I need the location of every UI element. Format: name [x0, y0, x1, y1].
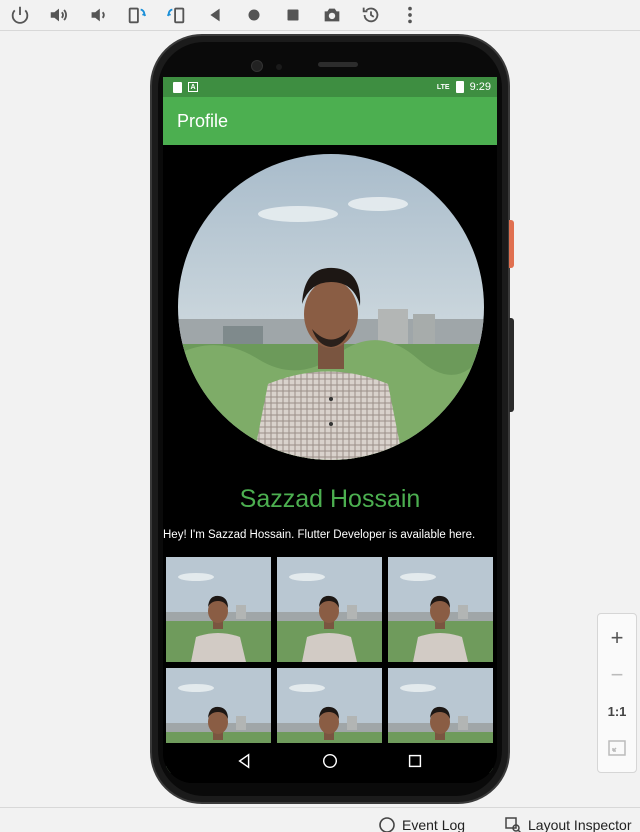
back-icon[interactable] — [195, 2, 234, 28]
app-bar: Profile — [163, 97, 497, 145]
home-icon[interactable] — [234, 2, 273, 28]
event-log-label: Event Log — [402, 817, 466, 832]
more-icon[interactable] — [390, 2, 429, 28]
volume-up-icon[interactable] — [39, 2, 78, 28]
profile-name: Sazzad Hossain — [239, 485, 421, 513]
profile-avatar — [178, 154, 484, 460]
rotate-right-icon[interactable] — [156, 2, 195, 28]
sensor-icon — [276, 64, 282, 70]
gallery-photo[interactable] — [277, 557, 382, 662]
gallery-photo[interactable] — [388, 557, 493, 662]
gallery-photo[interactable] — [166, 557, 271, 662]
layout-inspector-tab[interactable]: Layout Inspector — [504, 816, 632, 832]
status-bar: A LTE 9:29 — [163, 77, 497, 97]
battery-icon — [455, 81, 464, 93]
network-type: LTE — [436, 83, 450, 91]
zoom-controls: + − 1:1 — [597, 613, 637, 773]
status-time: 9:29 — [469, 81, 491, 93]
earpiece-speaker — [318, 62, 358, 67]
device-screen: A LTE 9:29 Profile Sazzad Hossain Hey! I… — [163, 77, 497, 783]
bottom-tool-strip: Event Log Layout Inspector — [0, 807, 640, 832]
nav-home-icon[interactable] — [321, 752, 339, 775]
zoom-out-button[interactable]: − — [602, 660, 632, 690]
zoom-actual-size-button[interactable]: 1:1 — [602, 696, 632, 726]
power-icon[interactable] — [0, 2, 39, 28]
snapshot-icon[interactable] — [351, 2, 390, 28]
sd-card-icon — [173, 81, 182, 93]
overview-icon[interactable] — [273, 2, 312, 28]
app-bar-title: Profile — [177, 110, 229, 131]
event-log-icon — [379, 817, 395, 832]
photo-gallery — [166, 557, 496, 773]
volume-down-icon[interactable] — [78, 2, 117, 28]
fit-screen-icon[interactable] — [602, 733, 632, 763]
android-nav-bar — [163, 743, 497, 783]
rotate-left-icon[interactable] — [117, 2, 156, 28]
layout-inspector-icon — [505, 817, 522, 832]
device-power-button[interactable] — [509, 220, 514, 268]
nav-back-icon[interactable] — [236, 752, 254, 775]
screenshot-icon[interactable] — [312, 2, 351, 28]
event-log-tab[interactable]: Event Log — [378, 816, 465, 832]
notification-a-icon: A — [188, 82, 198, 92]
nav-overview-icon[interactable] — [406, 752, 424, 775]
front-camera-icon — [251, 60, 263, 72]
layout-inspector-label: Layout Inspector — [528, 817, 632, 832]
zoom-in-button[interactable]: + — [602, 623, 632, 653]
profile-bio: Hey! I'm Sazzad Hossain. Flutter Develop… — [163, 529, 476, 541]
emulator-toolbar — [0, 0, 640, 30]
device-volume-button[interactable] — [509, 318, 514, 412]
toolbar-divider — [0, 30, 640, 31]
